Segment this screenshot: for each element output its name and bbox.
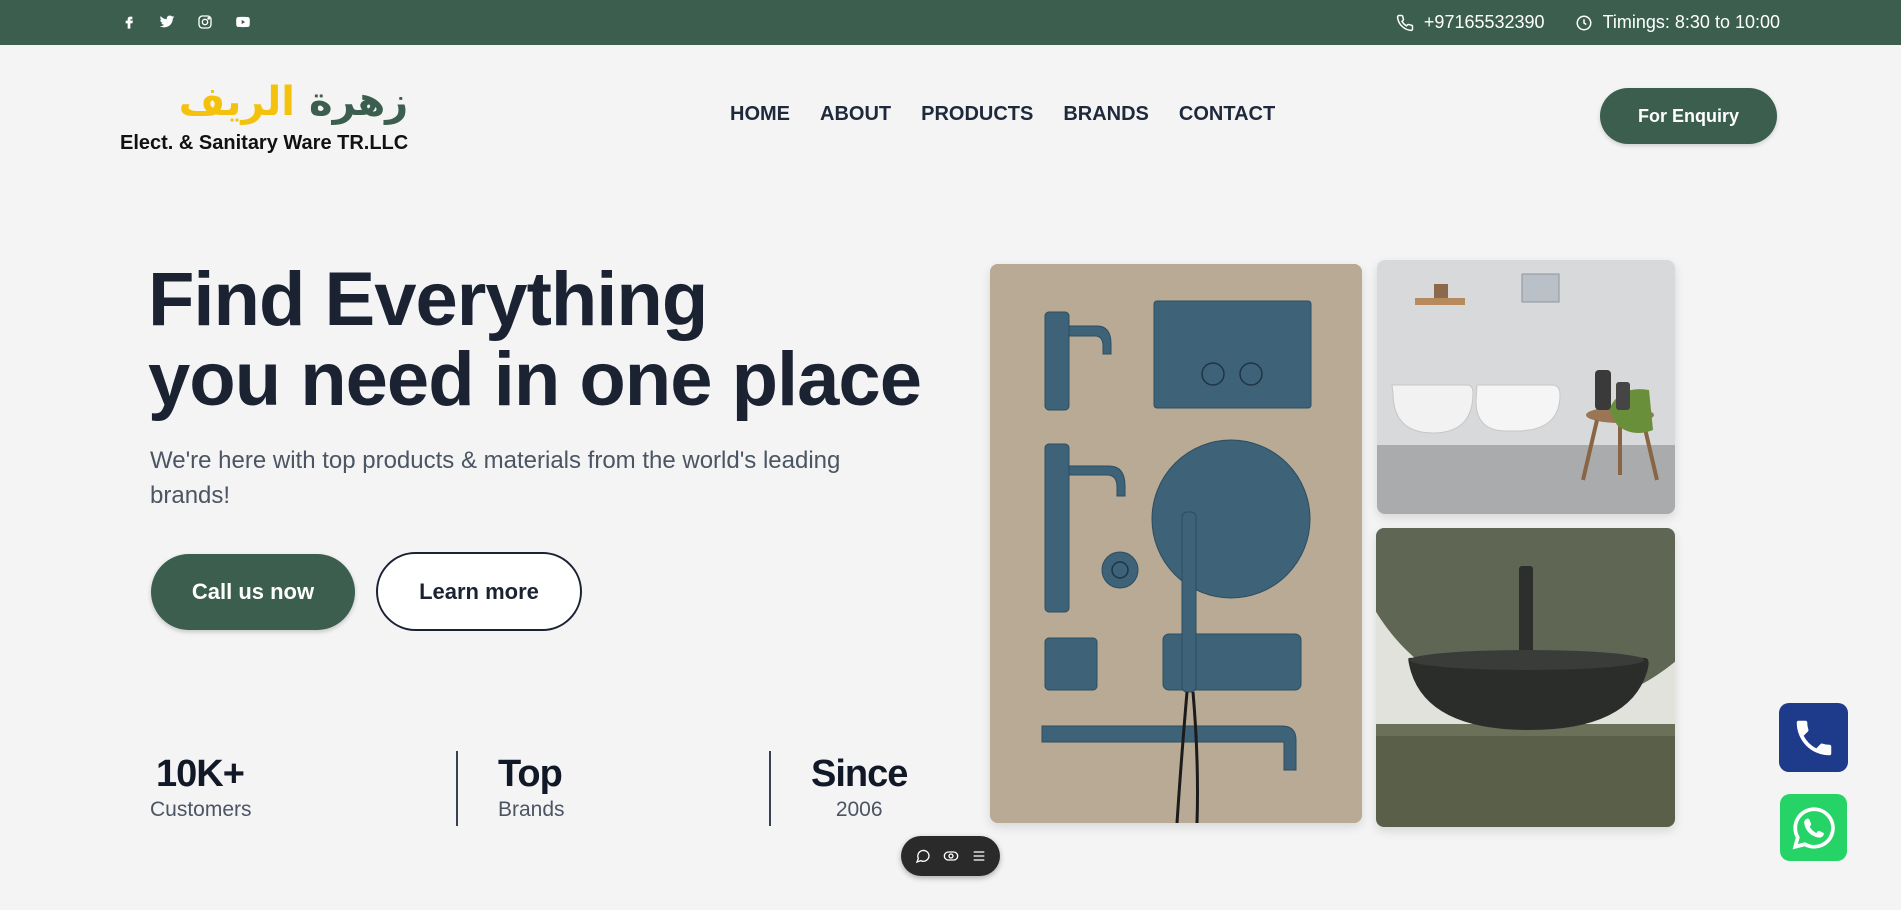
- nav-about[interactable]: ABOUT: [820, 103, 891, 126]
- nav-products[interactable]: PRODUCTS: [921, 103, 1033, 126]
- stat-label: Brands: [498, 798, 565, 821]
- logo-english: Elect. & Sanitary Ware TR.LLC: [120, 132, 409, 154]
- stat-label: 2006: [835, 798, 883, 821]
- learn-more-button[interactable]: Learn more: [376, 552, 582, 631]
- stat-label: Customers: [150, 798, 252, 821]
- menu-icon[interactable]: [971, 848, 987, 864]
- twitter-icon[interactable]: [158, 13, 176, 31]
- logo-arabic: زهرة الريف: [120, 80, 408, 124]
- instagram-icon[interactable]: [196, 13, 214, 31]
- hero-image-fixtures: [990, 264, 1362, 823]
- stat-divider: [769, 751, 771, 826]
- nav-brands[interactable]: BRANDS: [1063, 103, 1149, 126]
- topbar-timings: Timings: 8:30 to 10:00: [1602, 12, 1780, 32]
- stat-value: Top: [498, 753, 563, 795]
- hero-title-line1: Find Everything: [148, 257, 708, 342]
- phone-icon: [1796, 720, 1831, 755]
- clock-icon: [1576, 15, 1592, 30]
- floating-whatsapp-button[interactable]: [1780, 794, 1847, 861]
- hero-image-basin: [1376, 528, 1675, 827]
- stat-since: Since 2006: [811, 752, 908, 822]
- hero-title: Find Everything you need in one place: [148, 260, 948, 420]
- whatsapp-icon: [1792, 806, 1835, 849]
- contact-info: +97165532390 Timings: 8:30 to 10:00: [1396, 12, 1780, 33]
- stat-value: Since: [811, 753, 908, 795]
- hero-image-bathroom: [1377, 260, 1675, 514]
- call-now-button[interactable]: Call us now: [151, 554, 355, 630]
- facebook-icon[interactable]: [120, 13, 138, 31]
- logo[interactable]: زهرة الريف Elect. & Sanitary Ware TR.LLC: [120, 80, 408, 155]
- top-bar: +97165532390 Timings: 8:30 to 10:00: [0, 0, 1901, 45]
- floating-phone-button[interactable]: [1779, 703, 1848, 772]
- phone-icon: [1396, 14, 1414, 31]
- enquiry-button[interactable]: For Enquiry: [1600, 88, 1777, 144]
- social-links: [120, 13, 252, 31]
- logo-arabic-yellow: الريف: [178, 79, 296, 125]
- eye-icon[interactable]: [943, 848, 959, 864]
- comment-icon[interactable]: [915, 848, 931, 864]
- hero-subtitle: We're here with top products & materials…: [150, 447, 841, 509]
- stat-divider: [456, 751, 458, 826]
- main-nav: HOME ABOUT PRODUCTS BRANDS CONTACT: [730, 103, 1275, 126]
- floating-toolbar: [901, 836, 1000, 876]
- logo-arabic-green: زهرة: [308, 79, 409, 125]
- nav-home[interactable]: HOME: [730, 103, 790, 126]
- stat-customers: 10K+ Customers: [150, 752, 252, 822]
- stat-value: 10K+: [156, 753, 245, 795]
- youtube-icon[interactable]: [234, 13, 252, 31]
- topbar-phone[interactable]: +97165532390: [1424, 12, 1545, 33]
- hero-title-line2: you need in one place: [148, 337, 922, 422]
- nav-contact[interactable]: CONTACT: [1179, 103, 1275, 126]
- stat-brands: Top Brands: [498, 752, 565, 822]
